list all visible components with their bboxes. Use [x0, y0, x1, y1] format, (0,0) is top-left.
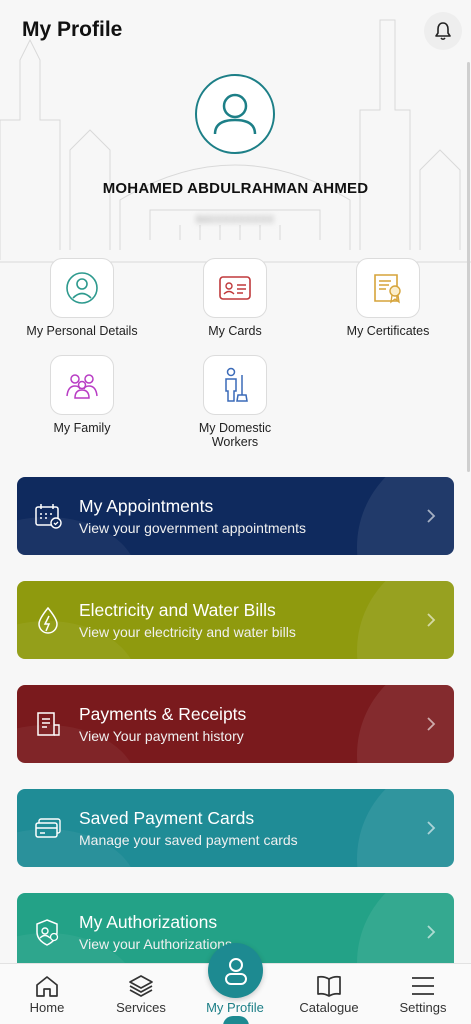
card-my-appointments[interactable]: My Appointments View your government app… — [17, 477, 454, 555]
layers-icon — [129, 975, 153, 997]
nav-label-active: My Profile — [206, 1000, 264, 1015]
nav-label: Home — [29, 1000, 65, 1015]
chevron-right-icon — [427, 821, 436, 835]
card-title: My Authorizations — [79, 912, 218, 932]
receipt-icon — [37, 712, 60, 736]
quick-link-label: My Domestic Workers — [198, 421, 272, 449]
family-icon — [66, 374, 98, 399]
card-electricity-water-bills[interactable]: Electricity and Water Bills View your el… — [17, 581, 454, 659]
card-subtitle: View your electricity and water bills — [79, 624, 296, 640]
chevron-right-icon — [427, 717, 436, 731]
nav-item-services[interactable]: Services — [94, 964, 188, 1024]
nav-label: Settings — [399, 1000, 447, 1015]
card-decoration — [357, 893, 454, 971]
tile-icon-box — [50, 355, 114, 415]
card-title: Electricity and Water Bills — [79, 600, 276, 620]
profile-name: MOHAMED ABDULRAHMAN AHMED — [102, 180, 369, 197]
book-icon — [317, 975, 341, 997]
nav-label: Services — [116, 1000, 166, 1015]
card-subtitle: View Your payment history — [79, 728, 244, 744]
card-subtitle: View your Authorizations — [79, 936, 233, 952]
tile-icon-box — [50, 258, 114, 318]
card-payments-receipts[interactable]: Payments & Receipts View Your payment hi… — [17, 685, 454, 763]
calendar-check-icon — [35, 504, 62, 529]
card-title: Payments & Receipts — [79, 704, 247, 724]
notifications-button[interactable] — [424, 12, 462, 50]
card-subtitle: Manage your saved payment cards — [79, 832, 298, 848]
menu-icon — [412, 977, 434, 995]
app-header: My Profile — [0, 0, 471, 60]
domestic-worker-icon — [225, 367, 248, 402]
nav-item-catalogue[interactable]: Catalogue — [282, 964, 376, 1024]
tile-icon-box — [356, 258, 420, 318]
card-decoration — [357, 685, 454, 763]
quick-link-my-cards[interactable]: My Cards — [175, 258, 295, 338]
quick-link-label: My Personal Details — [26, 324, 138, 338]
profile-avatar — [195, 74, 275, 154]
bell-icon — [435, 22, 451, 41]
card-decoration — [357, 789, 454, 867]
scrollbar[interactable] — [467, 62, 470, 472]
quick-link-domestic-workers[interactable]: My Domestic Workers — [175, 355, 295, 449]
nav-item-home[interactable]: Home — [0, 964, 94, 1024]
water-electricity-icon — [38, 606, 58, 634]
certificate-icon — [374, 274, 401, 304]
card-title: My Appointments — [79, 496, 214, 516]
card-decoration — [357, 581, 454, 659]
credit-card-icon — [35, 818, 61, 838]
quick-link-my-certificates[interactable]: My Certificates — [328, 258, 448, 338]
page-title: My Profile — [22, 18, 123, 41]
chevron-right-icon — [427, 509, 436, 523]
quick-link-label: My Family — [53, 421, 111, 435]
home-icon — [36, 976, 58, 997]
quick-link-label: My Cards — [208, 324, 262, 338]
my-profile-nav-button[interactable] — [208, 943, 263, 998]
card-saved-payment-cards[interactable]: Saved Payment Cards Manage your saved pa… — [17, 789, 454, 867]
id-card-icon — [219, 276, 251, 300]
shield-icon — [36, 919, 59, 946]
card-title: Saved Payment Cards — [79, 808, 255, 828]
card-decoration — [357, 477, 454, 555]
chevron-right-icon — [427, 613, 436, 627]
person-circle-icon — [66, 272, 98, 304]
active-nav-indicator — [223, 1016, 249, 1024]
profile-icon — [224, 957, 247, 985]
card-subtitle: View your government appointments — [79, 520, 306, 536]
quick-link-personal-details[interactable]: My Personal Details — [22, 258, 142, 338]
profile-id-masked: 84XXXXXXXXX — [195, 214, 275, 226]
user-avatar-icon — [213, 93, 257, 135]
nav-item-settings[interactable]: Settings — [376, 964, 470, 1024]
tile-icon-box — [203, 355, 267, 415]
tile-icon-box — [203, 258, 267, 318]
quick-link-my-family[interactable]: My Family — [22, 355, 142, 435]
nav-label: Catalogue — [299, 1000, 359, 1015]
chevron-right-icon — [427, 925, 436, 939]
quick-link-label: My Certificates — [346, 324, 430, 338]
